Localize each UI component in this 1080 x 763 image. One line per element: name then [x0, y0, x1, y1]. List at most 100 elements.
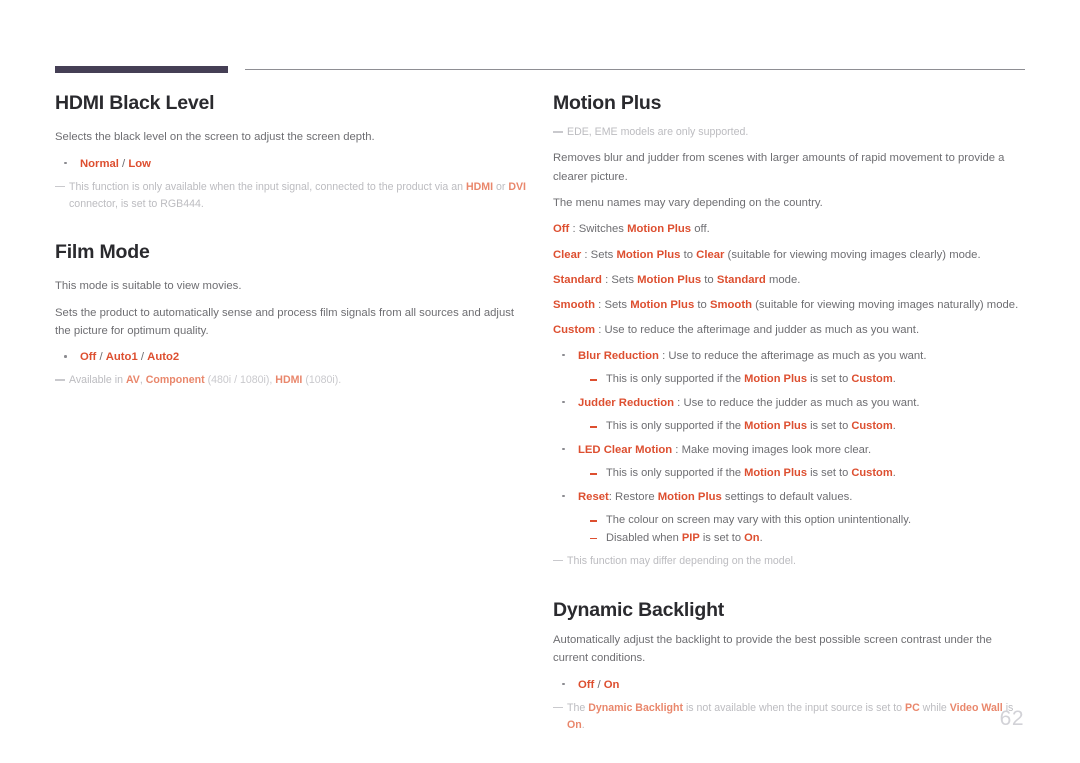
section-title-dynamic-backlight: Dynamic Backlight	[553, 598, 725, 621]
motion-plus-mode-smooth: Smooth : Sets Motion Plus to Smooth (sui…	[553, 296, 1025, 314]
subitem-keyword: Reset	[578, 490, 609, 503]
motion-plus-mode-custom: Custom : Use to reduce the afterimage an…	[553, 321, 1025, 339]
motion-plus-mode-clear: Clear : Sets Motion Plus to Clear (suita…	[553, 246, 1025, 264]
note-keyword-custom: Custom	[851, 467, 893, 480]
subitem-keyword: Judder Reduction	[578, 396, 675, 409]
note-text-part1: This function is only available when the…	[69, 180, 466, 193]
bullet-dot-icon	[562, 400, 565, 404]
note-text: The colour on screen may vary with this …	[606, 514, 912, 527]
motion-plus-subitems-list: Blur Reduction : Use to reduce the after…	[553, 347, 1025, 365]
section-title-motion-plus: Motion Plus	[553, 92, 662, 114]
option-separator: /	[594, 678, 604, 691]
note-text: EDE, EME models are only supported.	[567, 126, 749, 139]
note-text-part5: .	[581, 718, 585, 731]
mode-keyword-3: Standard	[716, 273, 766, 286]
note-keyword-on: On	[567, 718, 582, 731]
note-text-part1: Disabled when	[606, 531, 682, 544]
note-keyword-av: AV	[125, 374, 140, 387]
page-number: 62	[999, 707, 1024, 730]
mode-keyword-2: Motion Plus	[630, 299, 695, 312]
note-dash-icon	[55, 185, 65, 188]
list-item: Normal / Low	[55, 155, 527, 173]
note-text-part3: .	[892, 420, 896, 433]
mode-keyword: Off	[553, 223, 570, 236]
bullet-dot-icon	[562, 447, 565, 451]
judder-reduction-list: Judder Reduction : Use to reduce the jud…	[553, 394, 1025, 412]
note-keyword-dvi: DVI	[508, 180, 526, 193]
list-item: This is only supported if the Motion Plu…	[553, 371, 1025, 389]
note-dash-icon	[55, 379, 65, 381]
dash-bullet-icon	[590, 537, 597, 540]
right-column: Motion Plus EDE, EME models are only sup…	[553, 92, 1025, 742]
dash-bullet-icon	[590, 473, 597, 475]
note-keyword-hdmi: HDMI	[275, 374, 303, 387]
option-auto2: Auto2	[147, 351, 180, 364]
subitem-keyword: Blur Reduction	[578, 349, 659, 362]
list-item: This is only supported if the Motion Plu…	[553, 418, 1025, 436]
mode-keyword-3: Smooth	[709, 299, 752, 312]
note-keyword-motion-plus: Motion Plus	[744, 467, 807, 480]
left-column: HDMI Black Level Selects the black level…	[55, 92, 527, 397]
dynamic-backlight-intro: Automatically adjust the backlight to pr…	[553, 633, 992, 665]
judder-reduction-note-list: This is only supported if the Motion Plu…	[553, 418, 1025, 436]
note-keyword-video-wall: Video Wall	[949, 701, 1003, 714]
note-keyword-pc: PC	[905, 701, 920, 714]
option-separator-2: /	[137, 351, 148, 364]
mode-text-1: : Switches	[569, 223, 628, 236]
header-accent-bar	[55, 66, 228, 73]
dash-bullet-icon	[590, 520, 597, 522]
led-clear-motion-note-list: This is only supported if the Motion Plu…	[553, 465, 1025, 483]
page-header-rules	[55, 66, 1025, 76]
list-item-judder-reduction: Judder Reduction : Use to reduce the jud…	[553, 394, 1025, 412]
bullet-dot-icon	[562, 682, 565, 686]
hdmi-black-level-note: This function is only available when the…	[55, 179, 527, 213]
note-keyword-custom: Custom	[851, 373, 893, 385]
option-off: Off	[578, 678, 595, 691]
note-text-part3: (480i / 1080i),	[204, 374, 276, 387]
subitem-text: : Use to reduce the judder as much as yo…	[674, 396, 920, 409]
option-separator: /	[118, 157, 129, 170]
motion-plus-intro-1: Removes blur and judder from scenes with…	[553, 152, 1005, 183]
note-text: This function may differ depending on th…	[567, 554, 796, 567]
hdmi-black-level-options-list: Normal / Low	[55, 155, 527, 173]
note-text-part1: This is only supported if the	[606, 420, 745, 433]
bullet-dot-icon	[64, 355, 67, 358]
hdmi-black-level-intro: Selects the black level on the screen to…	[55, 131, 375, 144]
note-text-part1: Available in	[69, 374, 126, 387]
option-normal: Normal	[80, 157, 119, 170]
list-item-reset: Reset: Restore Motion Plus settings to d…	[553, 488, 1025, 506]
note-text-part2: is not available when the input source i…	[683, 701, 906, 714]
note-keyword-motion-plus: Motion Plus	[744, 373, 807, 385]
manual-page: HDMI Black Level Selects the black level…	[0, 0, 1080, 763]
subitem-keyword-2: Motion Plus	[657, 490, 722, 503]
mode-text-1: : Sets	[595, 299, 631, 312]
list-item: The colour on screen may vary with this …	[553, 512, 1025, 530]
note-keyword-dynamic-backlight: Dynamic Backlight	[588, 701, 683, 714]
note-dash-icon	[553, 131, 563, 133]
note-keyword-hdmi: HDMI	[465, 180, 494, 193]
subitem-keyword: LED Clear Motion	[578, 443, 673, 456]
motion-plus-intro-2: The menu names may vary depending on the…	[553, 196, 823, 209]
mode-keyword-2: Motion Plus	[616, 248, 681, 261]
mode-keyword: Clear	[553, 248, 582, 261]
mode-keyword-2: Motion Plus	[627, 223, 692, 236]
mode-text-3: (suitable for viewing moving images natu…	[751, 299, 1019, 312]
mode-text-1: : Sets	[601, 273, 638, 286]
note-text-part2: is set to	[806, 420, 852, 433]
note-text-part4: (1080i).	[302, 374, 342, 387]
note-text-part3: connector, is set to RGB444.	[69, 197, 204, 210]
mode-keyword-3: Clear	[696, 248, 725, 261]
note-text-part2: is set to	[806, 373, 852, 385]
note-text-part3: while	[919, 701, 950, 714]
motion-plus-mode-off: Off : Switches Motion Plus off.	[553, 220, 1025, 238]
option-low: Low	[128, 157, 151, 170]
bullet-dot-icon	[562, 353, 565, 357]
reset-list: Reset: Restore Motion Plus settings to d…	[553, 488, 1025, 506]
subitem-text-1: : Restore	[608, 490, 658, 503]
note-keyword-custom: Custom	[851, 420, 893, 433]
section-title-hdmi-black-level: HDMI Black Level	[55, 92, 215, 114]
note-text-part1: This is only supported if the	[606, 467, 745, 480]
note-keyword-motion-plus: Motion Plus	[744, 420, 807, 433]
motion-plus-mode-standard: Standard : Sets Motion Plus to Standard …	[553, 271, 1025, 289]
option-separator-1: /	[96, 351, 106, 364]
